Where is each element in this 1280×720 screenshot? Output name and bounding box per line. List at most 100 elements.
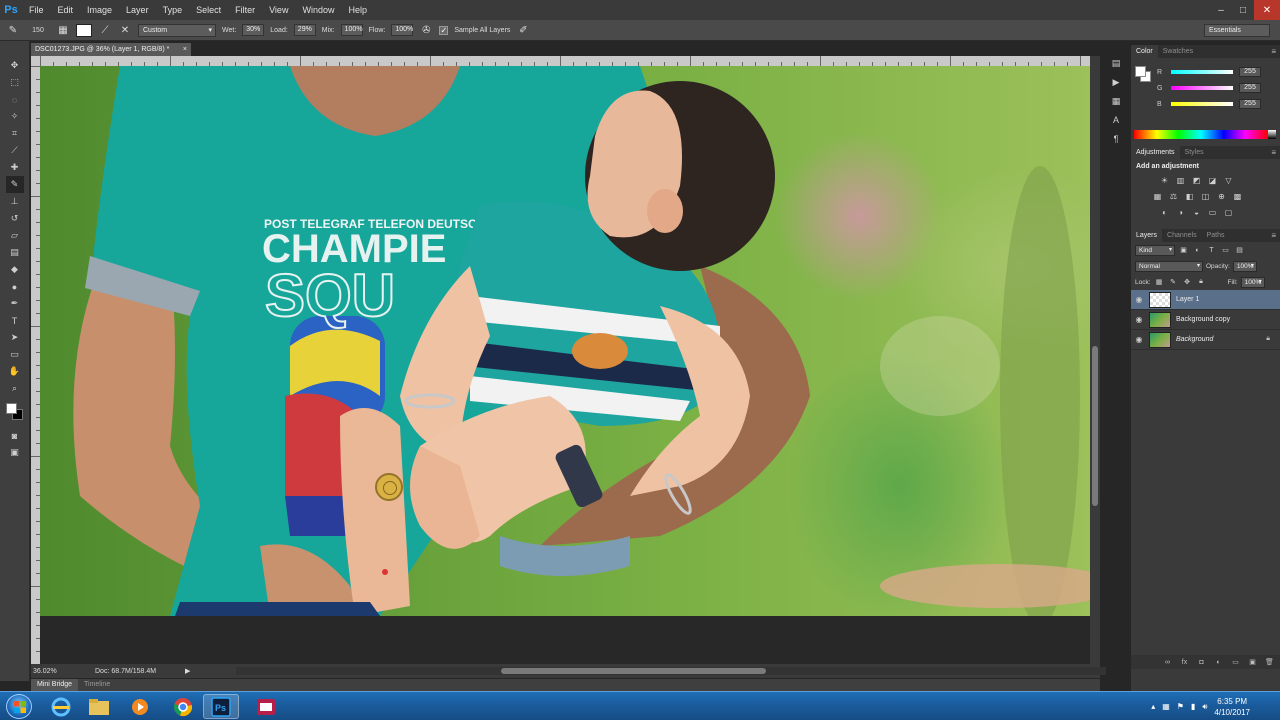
lasso-tool-icon[interactable]: ◌	[6, 91, 24, 108]
layer-name[interactable]: Layer 1	[1176, 296, 1199, 303]
document-tab[interactable]: DSC01273.JPG @ 36% (Layer 1, RGB/8) * ×	[31, 43, 191, 56]
visibility-eye-icon[interactable]: ◉	[1131, 315, 1147, 324]
filter-pixel-icon[interactable]: ▣	[1178, 245, 1189, 256]
mix-field[interactable]: 100%	[340, 24, 363, 36]
eraser-tool-icon[interactable]: ▱	[6, 227, 24, 244]
tray-volume-icon[interactable]: 🔊︎	[1202, 702, 1207, 712]
vertical-scrollbar[interactable]	[1090, 56, 1100, 664]
tab-timeline[interactable]: Timeline	[78, 679, 116, 691]
layer-row-layer-1[interactable]: ◉ Layer 1	[1131, 290, 1280, 310]
filter-type-icon[interactable]: T	[1206, 245, 1217, 256]
menu-filter[interactable]: Filter	[228, 0, 262, 20]
photo-canvas[interactable]: POST TELEGRAF TELEFON DEUTSCHE BUNDESPOS…	[40, 66, 1090, 616]
filter-adjustment-icon[interactable]: ◐	[1192, 245, 1203, 256]
vibrance-icon[interactable]: ▽	[1222, 174, 1235, 187]
brush-tool-icon[interactable]: ✎	[5, 176, 24, 193]
clean-brush-icon[interactable]: ✕	[118, 23, 132, 37]
taskbar-internet-explorer-icon[interactable]	[43, 694, 79, 719]
layer-row-background[interactable]: ◉ Background 🔒︎	[1131, 330, 1280, 350]
close-document-icon[interactable]: ×	[183, 43, 187, 56]
hue-saturation-icon[interactable]: ▦	[1151, 190, 1164, 203]
lock-all-icon[interactable]: 🔒︎	[1196, 277, 1207, 288]
color-fg-swatch[interactable]	[1135, 66, 1146, 77]
maximize-button[interactable]: □	[1232, 0, 1254, 20]
panel-menu-icon[interactable]: ≡	[1271, 229, 1276, 242]
visibility-eye-icon[interactable]: ◉	[1131, 335, 1147, 344]
mixer-brush-icon[interactable]: ✎	[6, 23, 20, 37]
tab-styles[interactable]: Styles	[1180, 146, 1209, 159]
load-field[interactable]: 29%	[293, 24, 316, 36]
slider-blue[interactable]: B 255	[1157, 98, 1275, 110]
tray-network-icon[interactable]: ▦	[1162, 702, 1170, 711]
type-tool-icon[interactable]: T	[6, 312, 24, 329]
slider-green-bar[interactable]	[1171, 86, 1233, 90]
tab-channels[interactable]: Channels	[1162, 229, 1202, 242]
marquee-tool-icon[interactable]: ⬚	[6, 74, 24, 91]
character-panel-icon[interactable]: A	[1107, 112, 1125, 128]
new-adjustment-layer-icon[interactable]: ◐	[1213, 657, 1224, 668]
photo-filter-icon[interactable]: ◫	[1199, 190, 1212, 203]
filter-shape-icon[interactable]: ▭	[1220, 245, 1231, 256]
color-balance-icon[interactable]: ⚖	[1167, 190, 1180, 203]
move-tool-icon[interactable]: ✥	[6, 57, 24, 74]
blur-tool-icon[interactable]: ◆	[6, 261, 24, 278]
blend-preset-dropdown[interactable]: Custom	[138, 23, 216, 37]
taskbar-file-explorer-icon[interactable]	[81, 694, 117, 719]
clone-stamp-tool-icon[interactable]: ⊥	[6, 193, 24, 210]
load-swatch[interactable]	[76, 23, 92, 37]
vertical-scroll-thumb[interactable]	[1092, 346, 1098, 506]
panel-menu-icon[interactable]: ≡	[1271, 146, 1276, 159]
brush-preset-picker[interactable]: 150	[26, 23, 50, 37]
black-white-icon[interactable]: ◧	[1183, 190, 1196, 203]
actions-panel-icon[interactable]: ▶	[1107, 74, 1125, 90]
pen-tool-icon[interactable]: ✒	[6, 295, 24, 312]
healing-brush-tool-icon[interactable]: ✚	[6, 159, 24, 176]
layer-name[interactable]: Background	[1176, 336, 1213, 343]
menu-image[interactable]: Image	[80, 0, 119, 20]
taskbar-recording-app-icon[interactable]	[248, 694, 284, 719]
properties-panel-icon[interactable]: ▦	[1107, 93, 1125, 109]
brightness-contrast-icon[interactable]: ☀	[1158, 174, 1171, 187]
panel-menu-icon[interactable]: ≡	[1271, 45, 1276, 58]
levels-icon[interactable]: ▥	[1174, 174, 1187, 187]
taskbar-clock[interactable]: 6:35 PM 4/10/2017	[1214, 696, 1250, 718]
path-selection-tool-icon[interactable]: ➤	[6, 329, 24, 346]
slider-blue-value[interactable]: 255	[1239, 99, 1261, 109]
slider-green-value[interactable]: 255	[1239, 83, 1261, 93]
layer-name[interactable]: Background copy	[1176, 316, 1230, 323]
lock-transparency-icon[interactable]: ▦	[1154, 277, 1165, 288]
foreground-background-colors[interactable]	[4, 401, 26, 423]
hand-tool-icon[interactable]: ✋	[6, 363, 24, 380]
blend-mode-dropdown[interactable]: Normal	[1135, 260, 1203, 272]
close-button[interactable]: ✕	[1254, 0, 1280, 20]
tray-signal-icon[interactable]: ▮	[1191, 702, 1195, 711]
slider-green[interactable]: G 255	[1157, 82, 1275, 94]
slider-red-bar[interactable]	[1171, 70, 1233, 74]
layer-thumbnail[interactable]	[1149, 311, 1171, 328]
color-spectrum[interactable]	[1134, 130, 1268, 139]
menu-view[interactable]: View	[262, 0, 295, 20]
menu-window[interactable]: Window	[295, 0, 341, 20]
load-brush-icon[interactable]: ⟋	[98, 23, 112, 37]
wet-field[interactable]: 30%	[242, 24, 265, 36]
add-mask-icon[interactable]: ◘	[1196, 657, 1207, 668]
layer-thumbnail[interactable]	[1149, 291, 1171, 308]
gradient-tool-icon[interactable]: ▤	[6, 244, 24, 261]
tab-paths[interactable]: Paths	[1202, 229, 1230, 242]
screen-mode-icon[interactable]: ▣	[6, 444, 24, 461]
canvas-area[interactable]: POST TELEGRAF TELEFON DEUTSCHE BUNDESPOS…	[40, 66, 1090, 664]
slider-blue-bar[interactable]	[1171, 102, 1233, 106]
workspace-dropdown[interactable]: Essentials	[1204, 24, 1270, 37]
slider-red[interactable]: R 255	[1157, 66, 1275, 78]
taskbar-media-player-icon[interactable]	[122, 694, 158, 719]
flow-field[interactable]: 100%	[391, 24, 414, 36]
menu-layer[interactable]: Layer	[119, 0, 156, 20]
crop-tool-icon[interactable]: ⌗	[6, 125, 24, 142]
horizontal-ruler[interactable]	[40, 56, 1090, 66]
delete-layer-icon[interactable]: 🗑︎	[1264, 657, 1275, 668]
zoom-level[interactable]: 36.02%	[33, 668, 61, 675]
quick-select-tool-icon[interactable]: ✧	[6, 108, 24, 125]
curves-icon[interactable]: ◩	[1190, 174, 1203, 187]
history-panel-icon[interactable]: ▤	[1107, 55, 1125, 71]
channel-mixer-icon[interactable]: ⊕	[1215, 190, 1228, 203]
